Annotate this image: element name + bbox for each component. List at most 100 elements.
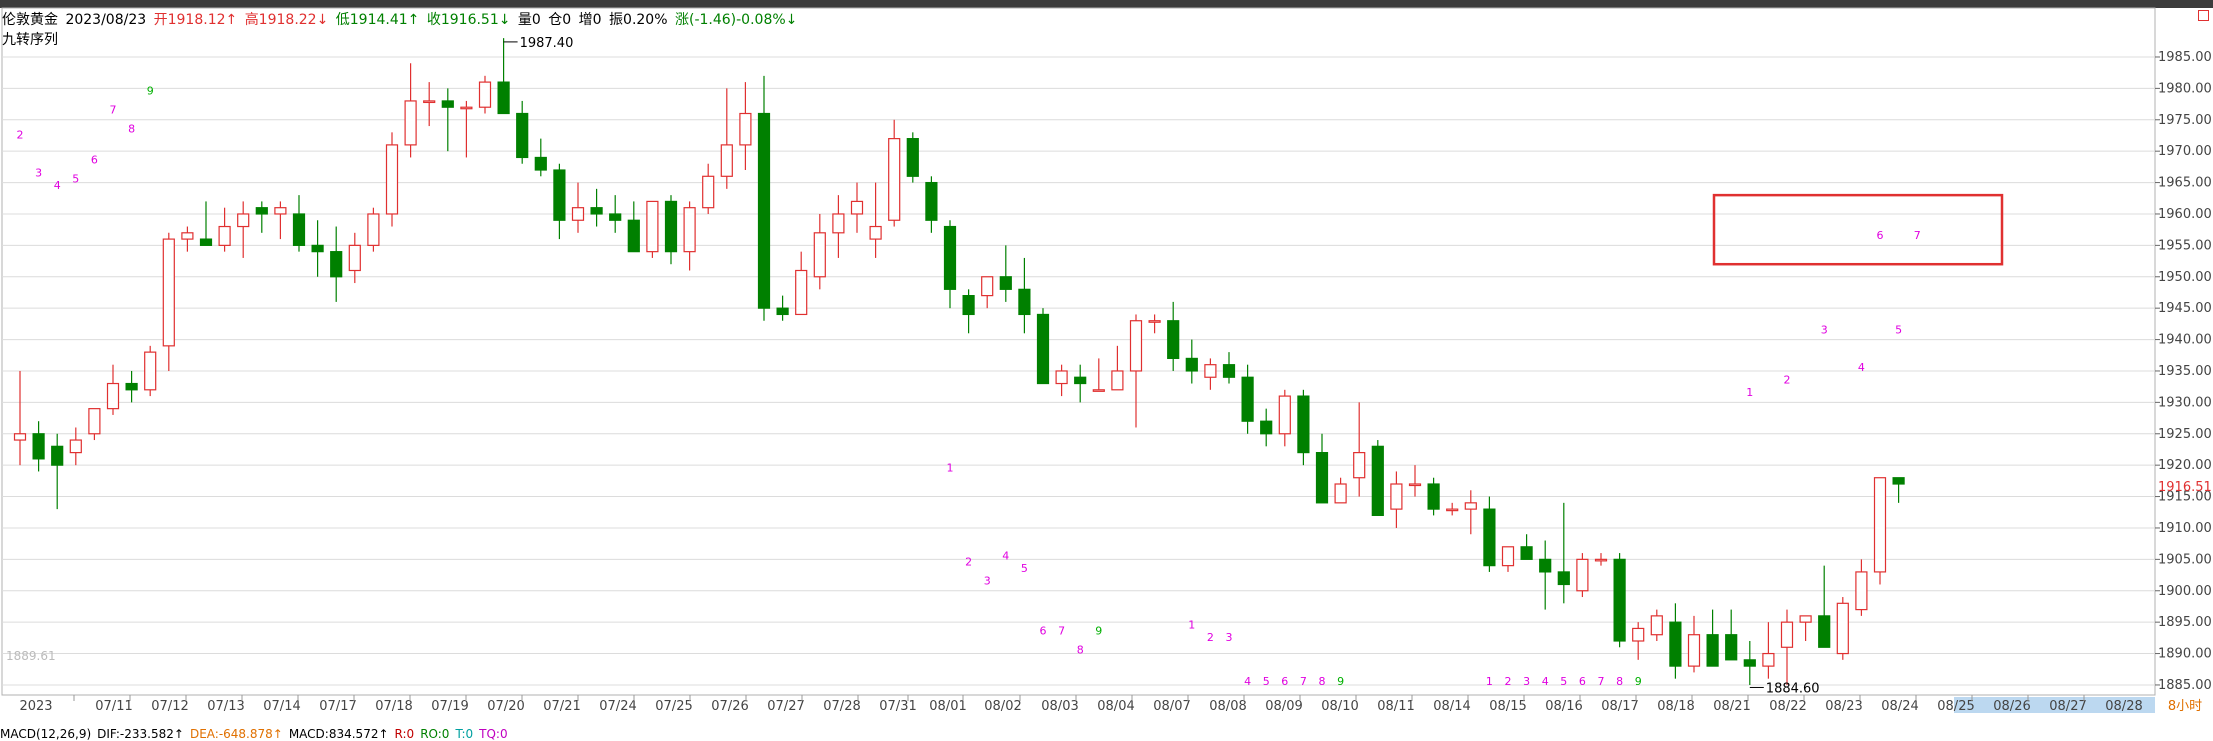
td-count: 5 — [1895, 323, 1902, 336]
candle-body — [1334, 483, 1347, 504]
td-count: 9 — [1095, 625, 1102, 638]
candle-body — [1743, 659, 1756, 667]
td-count: 1 — [947, 461, 954, 474]
candle-body — [702, 175, 715, 209]
x-tick-label: 08/15 — [1489, 699, 1526, 714]
candle-body — [683, 207, 696, 253]
x-tick-label: 07/26 — [711, 699, 748, 714]
candle-body — [1129, 320, 1143, 372]
candle-body — [1799, 615, 1812, 623]
x-tick-label: 08/24 — [1881, 699, 1918, 714]
candle-body — [125, 382, 138, 391]
td-count: 4 — [1542, 675, 1549, 688]
td-count: 5 — [1263, 675, 1270, 688]
x-tick-label: 08/22 — [1769, 699, 1806, 714]
candle-body — [1297, 395, 1310, 454]
candlestick-chart[interactable]: 1885.00 1890.00 1895.00 1900.00 1905.00 1910.… — [0, 0, 2213, 725]
x-tick-label: 08/01 — [929, 699, 966, 714]
candle-body — [1818, 615, 1831, 648]
td-count: 7 — [1300, 675, 1307, 688]
candle-body — [1836, 602, 1849, 655]
td-count: 7 — [1058, 625, 1065, 638]
candle-body — [943, 225, 957, 290]
td-count: 4 — [1002, 549, 1009, 562]
td-count: 2 — [965, 556, 972, 569]
candle-body — [423, 100, 436, 104]
y-tick-label: 1955.00 — [2158, 238, 2212, 253]
td-count: 7 — [1914, 229, 1921, 242]
y-tick-label: 1900.00 — [2158, 584, 2212, 599]
x-tick-label: 07/14 — [263, 699, 300, 714]
candle-body — [962, 295, 975, 316]
x-tick-label: 08/26 — [1993, 699, 2030, 714]
macd-value: MACD(12,26,9) — [0, 727, 92, 741]
x-tick-label: 08/11 — [1377, 699, 1414, 714]
candle-body — [1074, 376, 1087, 385]
y-tick-label: 1965.00 — [2158, 176, 2212, 191]
macd-value: DEA:-648.878↑ — [189, 727, 283, 741]
candle-body — [571, 207, 585, 221]
x-tick-label: 07/11 — [95, 699, 132, 714]
x-tick-label: 08/10 — [1321, 699, 1358, 714]
x-tick-label: 07/21 — [543, 699, 580, 714]
candle-body — [888, 138, 901, 221]
candle-body — [385, 144, 399, 215]
macd-value: RO:0 — [420, 727, 450, 741]
y-tick-label: 1910.00 — [2158, 521, 2212, 536]
x-tick-label: 07/12 — [151, 699, 188, 714]
candle-body — [609, 213, 622, 221]
x-tick-label: 08/16 — [1545, 699, 1582, 714]
td-count: 8 — [1616, 675, 1623, 688]
td-count: 6 — [1579, 675, 1586, 688]
x-tick-label: 08/03 — [1041, 699, 1078, 714]
td-count: 7 — [1598, 675, 1605, 688]
candle-body — [255, 207, 268, 215]
td-count: 7 — [110, 103, 117, 116]
candle-body — [162, 238, 175, 347]
td-count: 3 — [1523, 675, 1530, 688]
td-count: 5 — [1560, 675, 1567, 688]
x-tick-label: 07/28 — [823, 699, 860, 714]
candle-body — [981, 276, 994, 297]
candle-body — [1520, 546, 1533, 560]
candle-body — [1111, 370, 1124, 391]
y-tick-label: 1905.00 — [2158, 552, 2212, 567]
candle-body — [1483, 508, 1496, 567]
x-tick-label: 08/02 — [984, 699, 1021, 714]
candle-body — [237, 213, 250, 228]
td-count: 8 — [1319, 675, 1326, 688]
candle-body — [404, 100, 417, 146]
x-tick-label: 08/23 — [1825, 699, 1862, 714]
macd-value: DIF:-233.582↑ — [97, 727, 184, 741]
candle-body — [69, 439, 82, 454]
candle-body — [348, 244, 361, 272]
candle-body — [181, 232, 194, 240]
candle-body — [274, 207, 287, 215]
candle-body — [1780, 621, 1794, 648]
candle-body — [13, 433, 27, 441]
x-tick-label: 07/31 — [879, 699, 916, 714]
x-tick-label: 07/20 — [487, 699, 524, 714]
x-tick-label: 08/07 — [1153, 699, 1190, 714]
x-tick-label: 07/13 — [207, 699, 244, 714]
candle-body — [720, 144, 733, 177]
candle-body — [1446, 508, 1459, 512]
candle-body — [367, 213, 380, 246]
td-count: 2 — [1207, 631, 1214, 644]
td-count: 2 — [1505, 675, 1512, 688]
td-count: 6 — [1281, 675, 1288, 688]
candle-body — [664, 200, 678, 253]
candle-body — [144, 351, 157, 391]
td-count: 1 — [1486, 675, 1493, 688]
x-tick-label: 07/24 — [599, 699, 636, 714]
td-count: 8 — [1077, 644, 1084, 657]
candle-body — [1613, 558, 1626, 642]
low-price-label: 1884.60 — [1766, 681, 1820, 696]
y-tick-label: 1950.00 — [2158, 270, 2212, 285]
td-count: 1 — [1188, 618, 1195, 631]
x-tick-label: 08/25 — [1937, 699, 1974, 714]
td-count: 6 — [91, 154, 98, 167]
candle-body — [478, 81, 492, 108]
candle-body — [1148, 320, 1161, 323]
candle-body — [330, 251, 343, 278]
